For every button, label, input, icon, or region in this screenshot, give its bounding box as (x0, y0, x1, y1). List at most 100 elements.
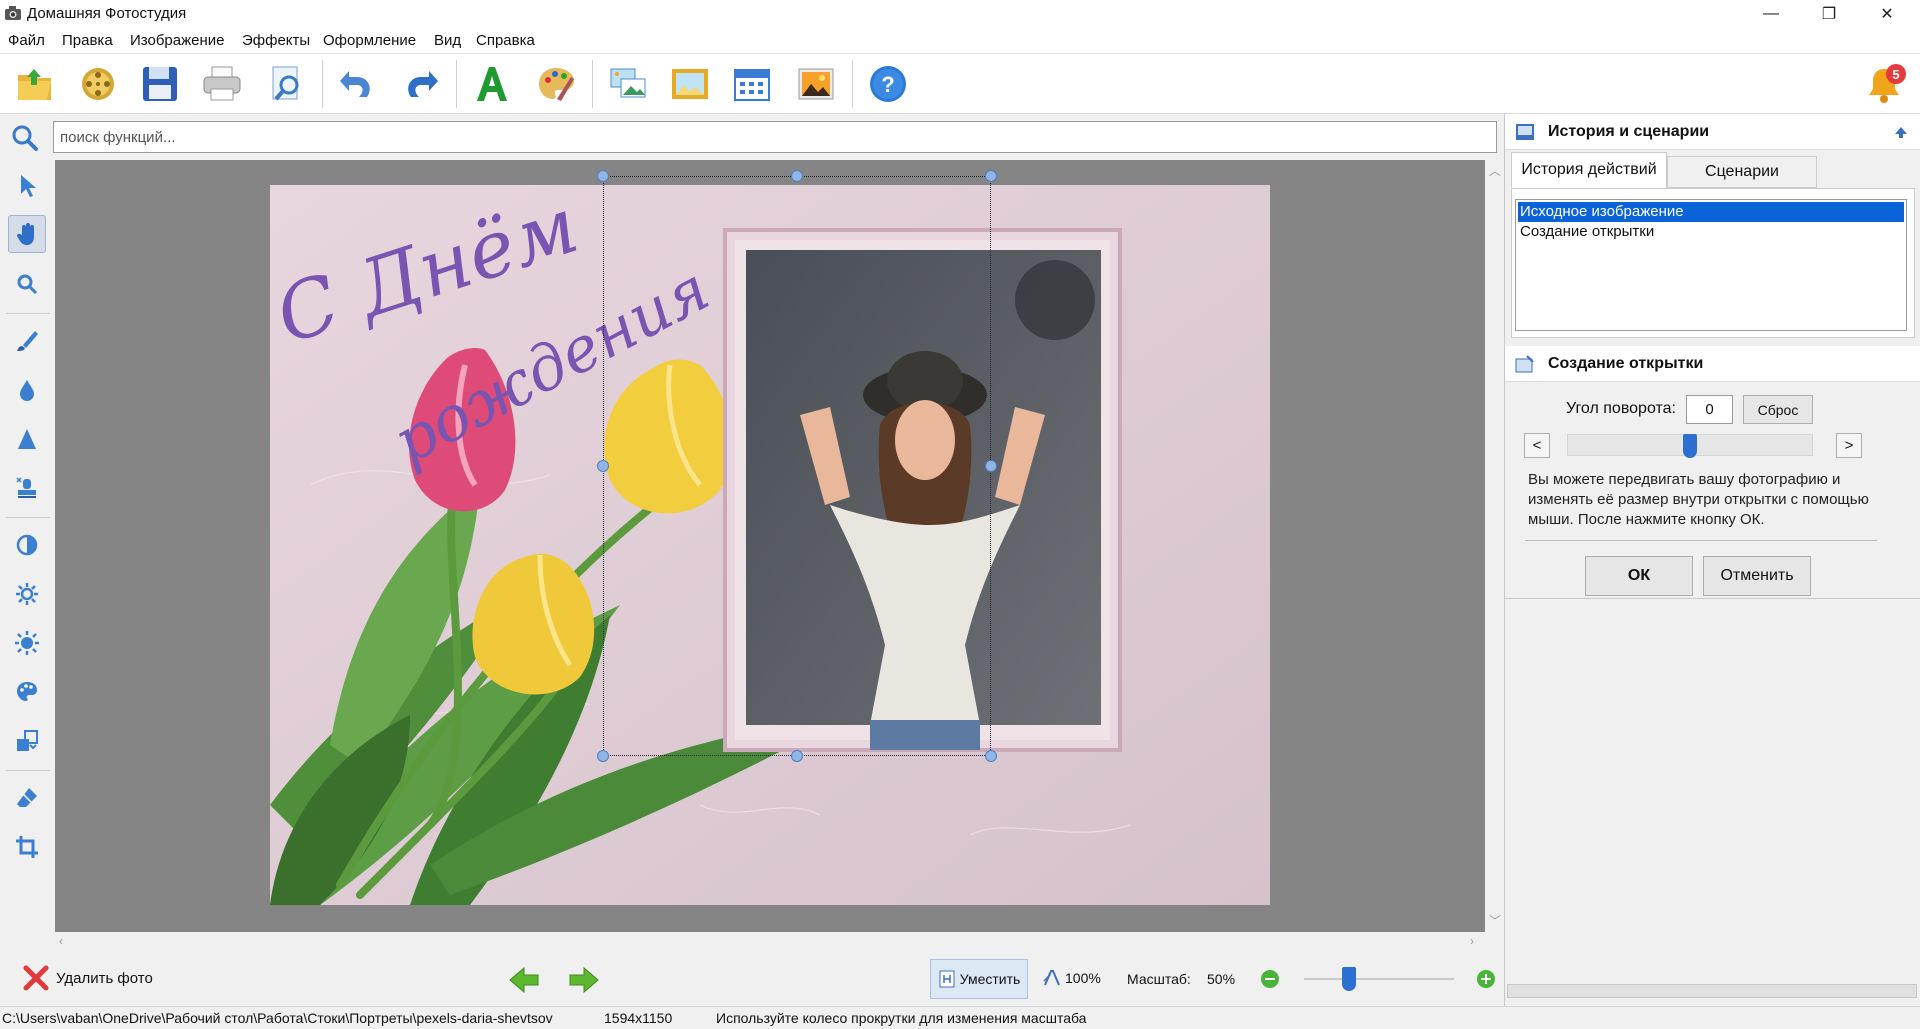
camera-app-icon (5, 6, 21, 20)
contrast-icon[interactable] (8, 526, 46, 564)
actual-size-label: 100% (1065, 970, 1101, 986)
previous-arrow-icon[interactable] (508, 966, 540, 994)
redo-icon[interactable] (398, 62, 442, 106)
hand-icon[interactable] (8, 215, 46, 253)
scale-value: 50% (1207, 971, 1236, 987)
text-a-icon[interactable] (470, 62, 514, 106)
svg-text:?: ? (881, 72, 894, 97)
printer-icon[interactable] (200, 62, 244, 106)
card-section-header: Создание открытки (1505, 346, 1920, 382)
status-hint: Используйте колесо прокрутки для изменен… (716, 1010, 1087, 1026)
history-panel-icon (1516, 124, 1534, 140)
menu-edit[interactable]: Правка (62, 32, 113, 49)
horizontal-scrollbar[interactable]: ‹ › (55, 932, 1504, 952)
help-icon[interactable]: ? (866, 62, 910, 106)
frame-icon[interactable] (668, 62, 712, 106)
eraser-icon[interactable] (8, 779, 46, 817)
brightness-icon[interactable] (8, 575, 46, 613)
crop-icon[interactable] (8, 828, 46, 866)
menu-effects[interactable]: Эффекты (242, 32, 310, 49)
menu-design[interactable]: Оформление (323, 32, 416, 49)
preview-magnifier-icon[interactable] (264, 62, 308, 106)
delete-photo-label: Удалить фото (56, 969, 153, 987)
search-input[interactable] (53, 121, 1497, 153)
close-button[interactable]: ✕ (1858, 0, 1916, 28)
title-bar: Домашняя Фотостудия — ❐ ✕ (0, 0, 1920, 28)
history-panel-title: История и сценарии (1548, 123, 1710, 140)
tab-history[interactable]: История действий (1511, 152, 1667, 188)
main-toolbar: ? 5 (0, 54, 1920, 114)
stamp-icon[interactable] (8, 469, 46, 507)
replace-icon[interactable] (8, 722, 46, 760)
card-section-title: Создание открытки (1548, 355, 1704, 372)
open-folder-icon[interactable] (13, 62, 57, 106)
collage-icon[interactable] (606, 62, 650, 106)
image-canvas[interactable]: С Днём рождения (55, 160, 1485, 932)
film-reel-icon[interactable] (76, 62, 120, 106)
angle-next-button[interactable]: > (1836, 433, 1862, 458)
cancel-button[interactable]: Отменить (1703, 556, 1811, 596)
history-item-selected[interactable]: Исходное изображение (1518, 202, 1904, 222)
angle-slider-thumb[interactable] (1683, 434, 1697, 458)
resize-handle[interactable] (597, 170, 609, 182)
blur-drop-icon[interactable] (8, 371, 46, 409)
postcard-icon[interactable] (794, 62, 838, 106)
light-icon[interactable] (8, 624, 46, 662)
history-list[interactable]: Исходное изображение Создание открытки (1515, 199, 1907, 331)
resize-handle[interactable] (597, 750, 609, 762)
undo-icon[interactable] (336, 62, 380, 106)
actual-size-button[interactable]: 100% (1043, 969, 1101, 987)
vertical-scrollbar[interactable]: ︿ ﹀ (1485, 160, 1504, 932)
calendar-icon[interactable] (730, 62, 774, 106)
fit-button[interactable]: Уместить (930, 959, 1028, 999)
window-title: Домашняя Фотостудия (27, 5, 187, 22)
divider (1525, 540, 1877, 541)
zoom-slider-track[interactable] (1304, 978, 1454, 980)
panel-scrollbar[interactable] (1507, 984, 1917, 998)
zoom-in-icon[interactable] (1476, 969, 1496, 989)
left-tool-panel (0, 160, 55, 942)
status-bar: C:\Users\vaban\OneDrive\Рабочий стол\Раб… (0, 1006, 1920, 1029)
menu-view[interactable]: Вид (434, 32, 461, 49)
right-panel: История и сценарии История действий Сцен… (1504, 114, 1920, 1006)
angle-input[interactable]: 0 (1686, 395, 1733, 424)
brush-icon[interactable] (8, 322, 46, 360)
reset-button[interactable]: Сброс (1743, 395, 1813, 424)
next-arrow-icon[interactable] (568, 966, 600, 994)
maximize-button[interactable]: ❐ (1800, 0, 1858, 28)
history-item[interactable]: Создание открытки (1518, 222, 1904, 242)
minimize-button[interactable]: — (1742, 0, 1800, 28)
menu-image[interactable]: Изображение (130, 32, 225, 49)
history-header: История и сценарии (1505, 114, 1920, 150)
menu-file[interactable]: Файл (8, 32, 45, 49)
resize-handle[interactable] (791, 170, 803, 182)
scale-label: Масштаб: (1127, 971, 1191, 987)
photo-selection-frame[interactable] (603, 176, 991, 756)
card-hint-text: Вы можете передвигать вашу фотографию и … (1528, 471, 1869, 528)
angle-prev-button[interactable]: < (1524, 433, 1550, 458)
ok-button[interactable]: ОК (1585, 556, 1693, 596)
zoom-out-icon[interactable] (1260, 969, 1280, 989)
resize-handle[interactable] (985, 170, 997, 182)
fit-label: Уместить (959, 971, 1021, 987)
zoom-icon[interactable] (8, 265, 46, 303)
palette-brush-icon[interactable] (534, 62, 578, 106)
delete-photo-button[interactable]: Удалить фото (22, 964, 153, 992)
resize-handle[interactable] (985, 460, 997, 472)
search-icon (12, 125, 38, 151)
save-disk-icon[interactable] (138, 62, 182, 106)
pointer-icon[interactable] (8, 166, 46, 204)
resize-handle[interactable] (985, 750, 997, 762)
file-path: C:\Users\vaban\OneDrive\Рабочий стол\Раб… (2, 1010, 553, 1026)
image-dimensions: 1594x1150 (604, 1010, 673, 1026)
zoom-slider-thumb[interactable] (1342, 967, 1356, 991)
resize-handle[interactable] (791, 750, 803, 762)
tab-scenarios[interactable]: Сценарии (1667, 156, 1817, 188)
collapse-up-icon[interactable] (1893, 124, 1909, 140)
search-row (0, 114, 1504, 160)
sharpen-triangle-icon[interactable] (8, 420, 46, 458)
color-palette-icon[interactable] (8, 673, 46, 711)
menu-bar: Файл Правка Изображение Эффекты Оформлен… (0, 28, 1920, 54)
menu-help[interactable]: Справка (476, 32, 535, 49)
resize-handle[interactable] (597, 460, 609, 472)
